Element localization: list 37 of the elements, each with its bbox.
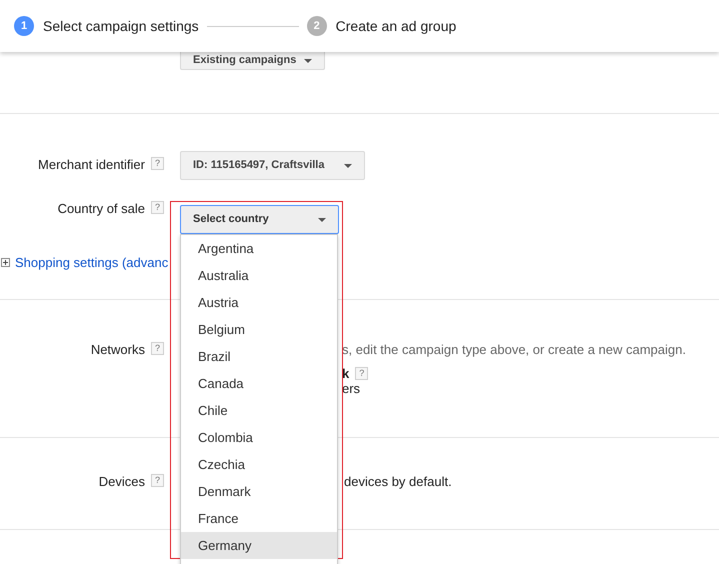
country-option[interactable]: Czechia [181, 451, 337, 478]
step-number: 2 [306, 16, 327, 36]
network-option-fragment: k [342, 366, 350, 381]
country-option[interactable]: Brazil [181, 343, 337, 370]
field-label: Devices [98, 474, 145, 489]
country-option[interactable]: Germany [181, 532, 337, 559]
help-icon[interactable]: ? [151, 201, 164, 214]
field-label: Networks [90, 342, 145, 357]
help-icon[interactable]: ? [151, 474, 164, 487]
country-dropdown[interactable]: Select country [180, 205, 339, 234]
caret-icon [318, 218, 326, 222]
shopping-settings-link[interactable]: Shopping settings (advanc [15, 253, 168, 272]
country-option[interactable]: Colombia [181, 424, 337, 451]
help-icon[interactable]: ? [151, 157, 164, 170]
field-label: Country of sale [58, 201, 145, 216]
country-option[interactable]: France [181, 505, 337, 532]
country-option[interactable]: Belgium [181, 316, 337, 343]
country-option[interactable]: Chile [181, 397, 337, 424]
merchant-dropdown[interactable]: ID: 115165497, Craftsvilla [180, 151, 365, 180]
country-option[interactable]: Argentina [181, 235, 337, 262]
country-option[interactable]: Australia [181, 262, 337, 289]
network-detail-fragment: ers [342, 381, 362, 396]
expand-icon[interactable] [1, 258, 10, 268]
networks-note: s, edit the campaign type above, or create a new campaign. [342, 342, 686, 357]
country-option[interactable]: Austria [181, 289, 337, 316]
country-option[interactable]: Canada [181, 370, 337, 397]
caret-icon [344, 164, 352, 168]
help-icon[interactable]: ? [355, 367, 368, 380]
caret-icon [304, 58, 312, 62]
existing-campaigns-dropdown[interactable]: Existing campaigns [180, 52, 326, 70]
field-label: Merchant identifier [38, 157, 145, 172]
country-option[interactable]: Denmark [181, 478, 337, 505]
help-icon[interactable]: ? [151, 342, 164, 355]
step-label: Select campaign settings [43, 16, 199, 36]
devices-note: devices by default. [344, 474, 452, 489]
step-number: 1 [14, 16, 34, 36]
step-label: Create an ad group [336, 16, 456, 36]
